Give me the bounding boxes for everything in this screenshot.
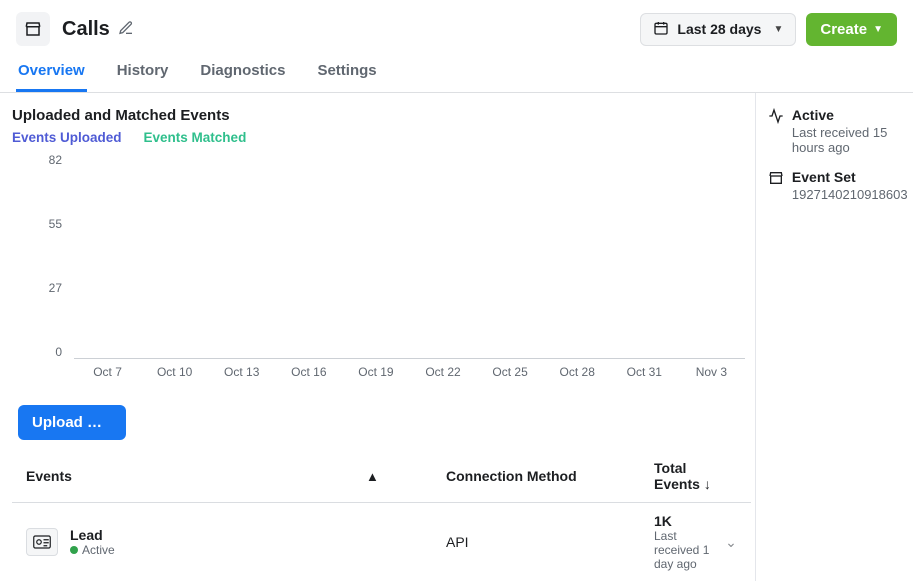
x-tick: Oct 16 xyxy=(275,365,342,387)
chart-x-axis: Oct 7Oct 10Oct 13Oct 16Oct 19Oct 22Oct 2… xyxy=(74,365,745,387)
col-events[interactable]: Events xyxy=(26,468,366,484)
tab-settings[interactable]: Settings xyxy=(315,54,378,92)
date-range-label: Last 28 days xyxy=(677,21,761,37)
x-tick: Oct 28 xyxy=(544,365,611,387)
upload-events-button[interactable]: Upload Even… xyxy=(18,405,126,440)
calendar-icon xyxy=(653,20,669,39)
chevron-down-icon: ▼ xyxy=(873,24,883,35)
edit-title-icon[interactable] xyxy=(118,20,134,39)
chart-plot xyxy=(74,153,745,359)
side-panel: Active Last received 15 hours ago Event … xyxy=(755,93,913,581)
x-tick: Oct 31 xyxy=(611,365,678,387)
col-total[interactable]: Total Events↓ xyxy=(654,460,711,492)
create-label: Create xyxy=(820,21,867,38)
x-tick: Oct 7 xyxy=(74,365,141,387)
table-row[interactable]: Lead Active API 1K Last received 1 day a… xyxy=(12,503,751,581)
x-tick: Oct 19 xyxy=(342,365,409,387)
page-header: Calls Last 28 days ▼ Create ▼ xyxy=(0,0,913,54)
row-total: 1K Last received 1 day ago xyxy=(654,513,711,571)
store-small-icon xyxy=(768,170,784,202)
legend-matched[interactable]: Events Matched xyxy=(144,130,247,145)
header-left: Calls xyxy=(16,12,134,46)
x-tick: Oct 25 xyxy=(477,365,544,387)
main-panel: Uploaded and Matched Events Events Uploa… xyxy=(0,93,755,581)
events-table: Events ▲ Connection Method Total Events↓… xyxy=(12,450,751,581)
side-eventset-id: 1927140210918603 xyxy=(792,187,908,202)
expand-row[interactable]: ⌄ xyxy=(711,534,737,551)
side-active-title: Active xyxy=(792,107,908,123)
tab-overview[interactable]: Overview xyxy=(16,54,87,92)
create-button[interactable]: Create ▼ xyxy=(806,13,897,46)
chart-bars xyxy=(74,153,745,358)
chevron-down-icon: ▼ xyxy=(773,24,783,35)
sort-desc-icon: ↓ xyxy=(704,476,711,492)
x-tick: Nov 3 xyxy=(678,365,745,387)
upload-row: Upload Even… xyxy=(12,387,751,450)
chart: 8255270 Oct 7Oct 10Oct 13Oct 16Oct 19Oct… xyxy=(12,147,751,387)
chart-legend: Events Uploaded Events Matched xyxy=(12,130,751,145)
warning-icon: ▲ xyxy=(366,469,379,484)
lead-icon xyxy=(26,528,58,556)
table-header: Events ▲ Connection Method Total Events↓ xyxy=(12,450,751,503)
tab-history[interactable]: History xyxy=(115,54,171,92)
x-tick: Oct 10 xyxy=(141,365,208,387)
tabs: Overview History Diagnostics Settings xyxy=(0,54,913,93)
chart-y-axis: 8255270 xyxy=(12,153,68,359)
event-meta: Lead Active xyxy=(70,527,115,557)
store-icon xyxy=(16,12,50,46)
row-connection: API xyxy=(446,534,654,550)
x-tick: Oct 22 xyxy=(409,365,476,387)
page-title: Calls xyxy=(62,18,110,41)
event-status: Active xyxy=(70,543,115,557)
legend-uploaded[interactable]: Events Uploaded xyxy=(12,130,122,145)
col-connection[interactable]: Connection Method xyxy=(446,468,654,484)
event-cell: Lead Active xyxy=(26,527,366,557)
date-range-picker[interactable]: Last 28 days ▼ xyxy=(640,13,796,46)
tab-diagnostics[interactable]: Diagnostics xyxy=(198,54,287,92)
event-name: Lead xyxy=(70,527,115,543)
side-eventset-title: Event Set xyxy=(792,169,908,185)
chart-section-title: Uploaded and Matched Events xyxy=(12,107,751,124)
side-eventset: Event Set 1927140210918603 xyxy=(768,169,908,202)
title-row: Calls xyxy=(62,18,134,41)
chevron-down-icon: ⌄ xyxy=(725,534,737,550)
content: Uploaded and Matched Events Events Uploa… xyxy=(0,93,913,581)
status-dot-icon xyxy=(70,546,78,554)
x-tick: Oct 13 xyxy=(208,365,275,387)
side-active-sub: Last received 15 hours ago xyxy=(792,125,908,155)
side-active: Active Last received 15 hours ago xyxy=(768,107,908,155)
header-right: Last 28 days ▼ Create ▼ xyxy=(640,13,897,46)
activity-icon xyxy=(768,108,784,155)
col-warning: ▲ xyxy=(366,468,446,484)
